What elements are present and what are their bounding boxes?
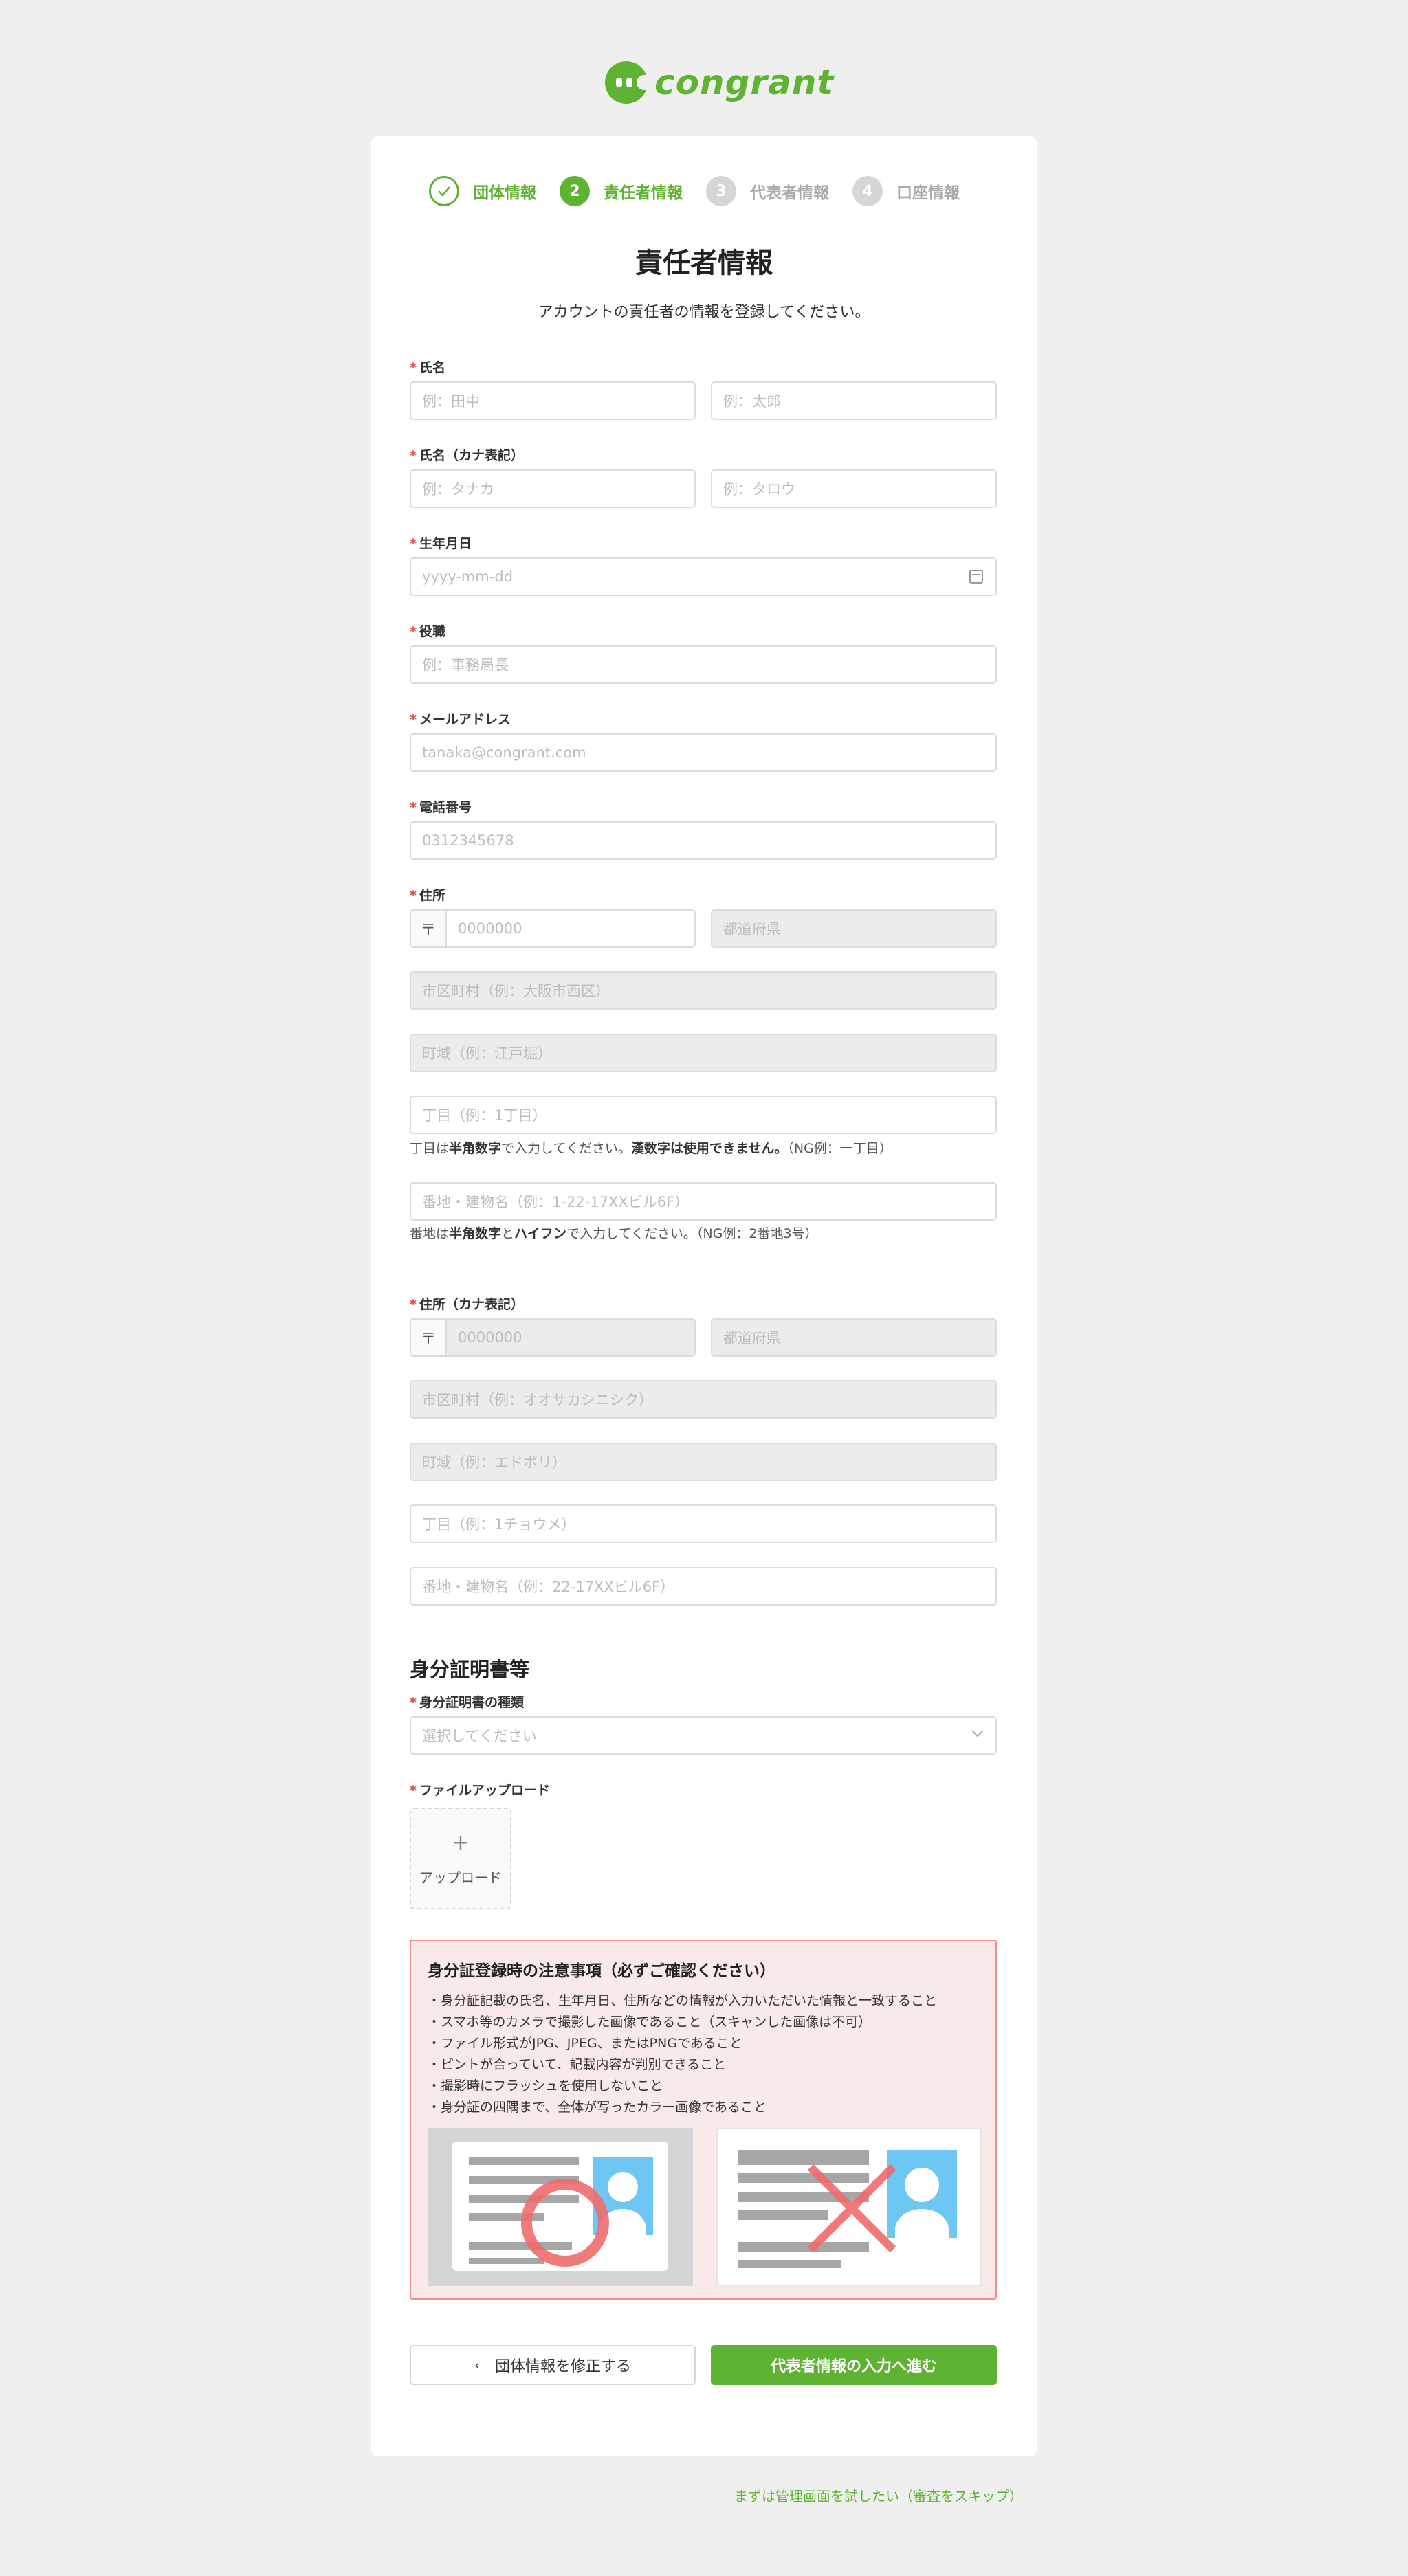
phone-input[interactable]: 0312345678: [410, 821, 997, 860]
notice-item: ・身分証の四隅まで、全体が写ったカラー画像であること: [428, 2100, 767, 2115]
id-section-heading: 身分証明書等: [410, 1658, 530, 1681]
progress-steps: 団体情報 2 責任者情報 3 代表者情報 4 口座情報: [429, 176, 983, 206]
calendar-icon[interactable]: [969, 570, 983, 584]
address-label: * 住所: [410, 888, 446, 903]
postal-mark-icon: 〒: [411, 1320, 447, 1355]
email-input[interactable]: tanaka@congrant.com: [410, 733, 997, 772]
page-title: 責任者情報: [635, 247, 773, 279]
id-notice-box: 身分証登録時の注意事項（必ずご確認ください） ・身分証記載の氏名、生年月日、住所…: [410, 1940, 997, 2300]
chevron-left-icon: ‹: [474, 2357, 480, 2373]
zip-input[interactable]: 〒 0000000: [410, 909, 696, 948]
prefecture-kana-input: 都道府県: [711, 1318, 997, 1357]
notice-list: ・身分証記載の氏名、生年月日、住所などの情報が入力いただいた情報と一致すること …: [428, 1990, 937, 2118]
position-input[interactable]: 例：事務局長: [410, 645, 997, 684]
postal-mark-icon: 〒: [411, 911, 447, 946]
town-kana-input: 町域（例：エドボリ）: [410, 1443, 997, 1481]
prefecture-input: 都道府県: [711, 909, 997, 948]
name-kana-label: * 氏名（カナ表記）: [410, 448, 524, 463]
city-kana-input: 市区町村（例：オオサカシニシク）: [410, 1380, 997, 1419]
name-label: * 氏名: [410, 360, 446, 375]
town-input: 町域（例：江戸堀）: [410, 1034, 997, 1072]
chome-help: 丁目は半角数字で入力してください。漢数字は使用できません。（NG例：一丁目）: [410, 1141, 892, 1156]
address-kana-label: * 住所（カナ表記）: [410, 1297, 524, 1312]
form-card: 団体情報 2 責任者情報 3 代表者情報 4 口座情報 責任者情報 アカウントの…: [371, 136, 1037, 2456]
brand-name: congrant: [654, 63, 835, 102]
upload-button[interactable]: + アップロード: [410, 1808, 512, 1909]
upload-text: アップロード: [419, 1869, 502, 1886]
page-subtitle: アカウントの責任者の情報を登録してください。: [538, 304, 870, 321]
notice-item: ・撮影時にフラッシュを使用しないこと: [428, 2078, 663, 2094]
chevron-down-icon: [971, 1725, 984, 1737]
notice-item: ・身分証記載の氏名、生年月日、住所などの情報が入力いただいた情報と一致すること: [428, 1993, 938, 2008]
step-organization: 団体情報: [429, 176, 536, 206]
position-label: * 役職: [410, 624, 446, 639]
next-button[interactable]: 代表者情報の入力へ進む: [711, 2345, 997, 2385]
step-label: 責任者情報: [604, 184, 683, 202]
birthdate-input[interactable]: yyyy-mm-dd: [410, 557, 997, 596]
step-bank: 4 口座情報: [852, 176, 960, 206]
chome-input[interactable]: 丁目（例：1丁目）: [410, 1096, 997, 1134]
id-bad-example-image: [716, 2128, 982, 2286]
last-name-kana-input[interactable]: 例：タナカ: [410, 469, 696, 508]
banchi-help: 番地は半角数字とハイフンで入力してください。（NG例：2番地3号）: [410, 1226, 818, 1241]
email-label: * メールアドレス: [410, 712, 511, 727]
brand-logo: congrant: [605, 60, 834, 104]
notice-item: ・スマホ等のカメラで撮影した画像であること（スキャンした画像は不可）: [428, 2014, 872, 2030]
phone-label: * 電話番号: [410, 800, 472, 815]
ok-circle-icon: [521, 2179, 609, 2267]
ng-cross-icon: [807, 2164, 896, 2253]
notice-item: ・ピントが合っていて、記載内容が判別できること: [428, 2057, 727, 2072]
banchi-kana-input[interactable]: 番地・建物名（例：22-17XXビル6F）: [410, 1567, 997, 1606]
id-type-select[interactable]: 選択してください: [410, 1716, 997, 1755]
chome-kana-input[interactable]: 丁目（例：1チョウメ）: [410, 1504, 997, 1543]
notice-title: 身分証登録時の注意事項（必ずご確認ください）: [428, 1962, 776, 1980]
step-number: 2: [560, 176, 590, 206]
step-label: 団体情報: [473, 184, 536, 202]
first-name-kana-input[interactable]: 例：タロウ: [711, 469, 997, 508]
skip-review-link[interactable]: まずは管理画面を試したい（審査をスキップ）: [734, 2485, 1023, 2505]
upload-label: * ファイルアップロード: [410, 1783, 550, 1798]
plus-icon: +: [452, 1831, 470, 1855]
notice-item: ・ファイル形式がJPG、JPEG、またはPNGであること: [428, 2036, 742, 2051]
last-name-input[interactable]: 例：田中: [410, 381, 696, 420]
back-button[interactable]: ‹ 団体情報を修正する: [410, 2345, 696, 2385]
id-type-label: * 身分証明書の種類: [410, 1695, 524, 1710]
step-label: 代表者情報: [750, 184, 829, 202]
step-label: 口座情報: [896, 184, 960, 202]
banchi-input[interactable]: 番地・建物名（例：1-22-17XXビル6F）: [410, 1182, 997, 1221]
logo-icon: [605, 61, 652, 104]
step-representative: 3 代表者情報: [706, 176, 829, 206]
id-good-example-image: [428, 2128, 693, 2286]
birthdate-label: * 生年月日: [410, 536, 472, 551]
first-name-input[interactable]: 例：太郎: [711, 381, 997, 420]
zip-kana-input: 〒 0000000: [410, 1318, 696, 1357]
step-responsible: 2 責任者情報: [560, 176, 683, 206]
step-number: 3: [706, 176, 736, 206]
step-number: 4: [852, 176, 883, 206]
city-input: 市区町村（例：大阪市西区）: [410, 971, 997, 1010]
check-icon: [429, 176, 459, 206]
